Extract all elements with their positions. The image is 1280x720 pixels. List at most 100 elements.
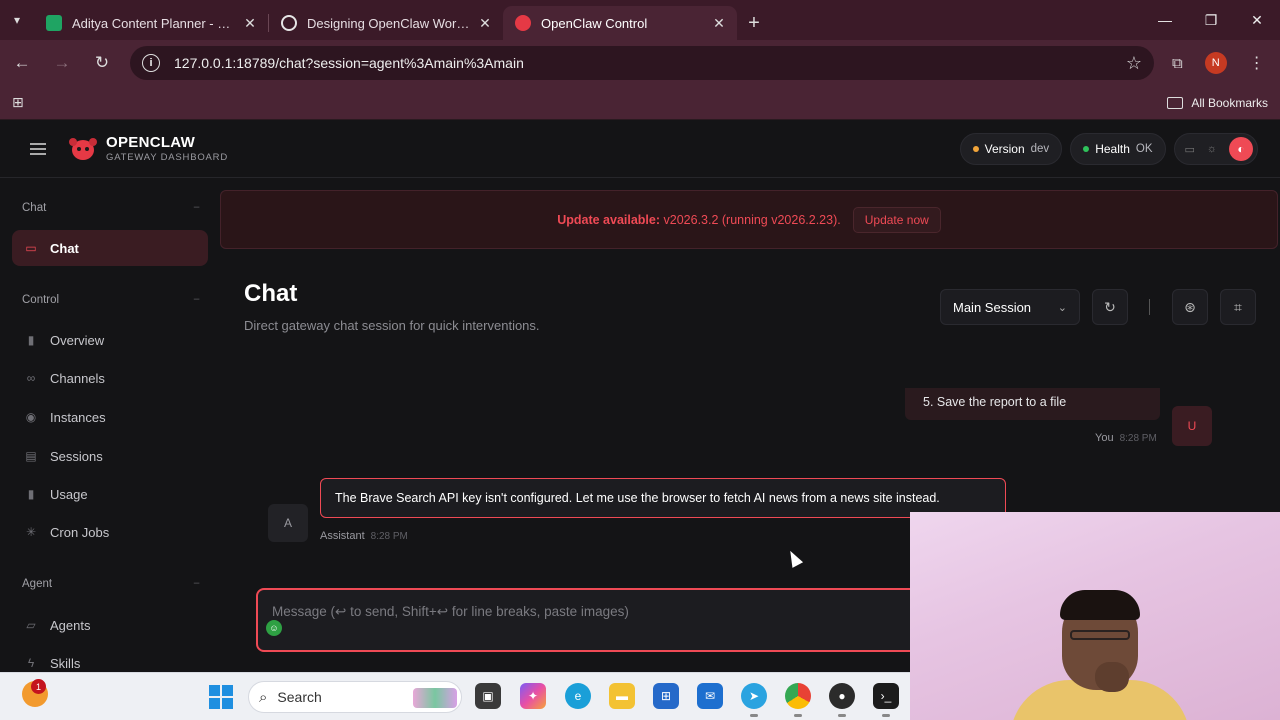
windows-start-icon[interactable] bbox=[209, 685, 233, 709]
browser-toolbar: ← → ↻ i 127.0.0.1:18789/chat?session=age… bbox=[0, 40, 1280, 86]
sidebar-item-cron-jobs[interactable]: ✳ Cron Jobs bbox=[12, 514, 208, 550]
assistant-message-bubble: The Brave Search API key isn't configure… bbox=[320, 478, 1006, 518]
bookmarks-bar: ⊞ All Bookmarks bbox=[0, 86, 1280, 120]
sun-icon[interactable]: ☼ bbox=[1207, 143, 1217, 155]
brain-icon: ⊛ bbox=[1184, 298, 1196, 315]
close-tab-icon[interactable]: ✕ bbox=[477, 15, 493, 32]
terminal-icon[interactable]: ›_ bbox=[873, 683, 899, 717]
user-avatar: U bbox=[1172, 406, 1212, 446]
collapse-icon[interactable]: − bbox=[193, 294, 200, 306]
file-explorer-icon[interactable]: ▬ bbox=[609, 683, 635, 709]
back-arrow-icon[interactable]: ← bbox=[4, 45, 40, 81]
close-window-icon[interactable]: ✕ bbox=[1234, 0, 1280, 40]
browser-menu-icon[interactable]: ⋮ bbox=[1249, 53, 1265, 73]
sidebar-section-control[interactable]: Control − bbox=[22, 294, 200, 306]
dark-theme-icon[interactable]: ◐ bbox=[1229, 137, 1253, 161]
sidebar-item-chat[interactable]: ▭ Chat bbox=[12, 230, 208, 266]
hamburger-menu-icon[interactable] bbox=[30, 140, 46, 158]
sidebar-item-overview[interactable]: ▮ Overview bbox=[12, 322, 208, 358]
message-time: 8:28 PM bbox=[370, 531, 408, 542]
sidebar-section-chat[interactable]: Chat − bbox=[22, 202, 200, 214]
taskbar-search[interactable]: ⌕ Search bbox=[248, 681, 462, 713]
minimize-icon[interactable]: — bbox=[1142, 0, 1188, 40]
edge-icon[interactable]: e bbox=[565, 683, 591, 709]
update-now-button[interactable]: Update now bbox=[852, 206, 941, 233]
profile-avatar[interactable]: N bbox=[1204, 52, 1227, 74]
sidebar: Chat − ▭ Chat Control − ▮ Overview ∞ Cha… bbox=[0, 178, 220, 672]
outlook-icon[interactable]: ✉ bbox=[697, 683, 723, 709]
grammarly-bot-icon[interactable]: ☺ bbox=[266, 620, 282, 636]
taskbar-search-label: Search bbox=[277, 689, 322, 705]
all-bookmarks-button[interactable]: All Bookmarks bbox=[1167, 96, 1268, 110]
copilot-icon[interactable]: ✦ bbox=[520, 683, 546, 709]
sidebar-item-label: Cron Jobs bbox=[50, 524, 110, 540]
refresh-button[interactable]: ↻ bbox=[1092, 289, 1128, 325]
update-title: Update available: bbox=[557, 212, 661, 227]
sidebar-item-label: Overview bbox=[50, 332, 105, 348]
new-tab-plus-icon[interactable]: + bbox=[737, 6, 771, 40]
browser-tab-strip: ▾ Aditya Content Planner - Google ✕ Desi… bbox=[0, 0, 1280, 40]
restore-icon[interactable]: ❐ bbox=[1188, 0, 1234, 40]
chrome-icon[interactable] bbox=[785, 683, 811, 717]
focus-icon: ⌗ bbox=[1234, 298, 1242, 315]
section-label: Chat bbox=[22, 202, 47, 214]
sidebar-item-instances[interactable]: ◉ Instances bbox=[12, 399, 208, 435]
mouse-cursor-icon bbox=[784, 548, 804, 568]
webcam-overlay bbox=[910, 512, 1280, 720]
site-info-icon[interactable]: i bbox=[142, 54, 160, 72]
message-composer[interactable]: ☺ bbox=[256, 588, 936, 652]
loader-icon: ✳ bbox=[25, 525, 37, 539]
apps-grid-icon[interactable]: ⊞ bbox=[12, 94, 24, 111]
collapse-icon[interactable]: − bbox=[193, 202, 200, 214]
tab-openclaw-control[interactable]: OpenClaw Control ✕ bbox=[503, 6, 737, 40]
telegram-icon[interactable]: ➤ bbox=[741, 683, 767, 717]
radio-icon: ◉ bbox=[25, 410, 37, 424]
sidebar-item-label: Instances bbox=[50, 409, 106, 425]
close-tab-icon[interactable]: ✕ bbox=[711, 15, 727, 32]
monitor-icon[interactable]: ▭ bbox=[1185, 143, 1195, 156]
thinking-toggle-button[interactable]: ⊛ bbox=[1172, 289, 1208, 325]
openclaw-favicon-icon bbox=[515, 15, 531, 31]
tab-chatgpt[interactable]: Designing OpenClaw Workflow ✕ bbox=[269, 6, 503, 40]
sidebar-item-sessions[interactable]: ▤ Sessions bbox=[12, 438, 208, 474]
bar-chart-icon: ▮ bbox=[27, 333, 35, 347]
collapse-icon[interactable]: − bbox=[193, 578, 200, 590]
document-icon: ▤ bbox=[25, 449, 37, 463]
bookmark-star-icon[interactable]: ☆ bbox=[1126, 53, 1142, 74]
assistant-avatar: A bbox=[268, 504, 308, 542]
focus-mode-button[interactable]: ⌗ bbox=[1220, 289, 1256, 325]
health-badge: Health OK bbox=[1070, 133, 1166, 165]
close-tab-icon[interactable]: ✕ bbox=[242, 15, 258, 32]
session-select[interactable]: Main Session ⌄ bbox=[940, 289, 1080, 325]
window-controls: — ❐ ✕ bbox=[1142, 0, 1280, 40]
reload-icon[interactable]: ↻ bbox=[84, 45, 120, 81]
forward-arrow-icon[interactable]: → bbox=[44, 45, 80, 81]
notification-badge: 1 bbox=[31, 679, 46, 694]
extensions-puzzle-icon[interactable]: ⧉ bbox=[1172, 55, 1183, 72]
url-text[interactable]: 127.0.0.1:18789/chat?session=agent%3Amai… bbox=[174, 55, 1126, 71]
address-bar[interactable]: i 127.0.0.1:18789/chat?session=agent%3Am… bbox=[130, 46, 1154, 80]
sidebar-item-usage[interactable]: ▮ Usage bbox=[12, 476, 208, 512]
store-icon[interactable]: ⊞ bbox=[653, 683, 679, 709]
app-header: OPENCLAW GATEWAY DASHBOARD Version dev H… bbox=[0, 120, 1280, 178]
sidebar-item-channels[interactable]: ∞ Channels bbox=[12, 360, 208, 396]
chevron-down-icon: ⌄ bbox=[1057, 301, 1067, 314]
obs-icon[interactable]: ● bbox=[829, 683, 855, 717]
message-input[interactable] bbox=[272, 600, 892, 622]
sidebar-item-label: Skills bbox=[50, 655, 81, 671]
version-label: Version bbox=[984, 142, 1025, 156]
tab-search-chevron-icon[interactable]: ▾ bbox=[0, 0, 34, 40]
person-hand bbox=[1095, 662, 1129, 692]
message-time: 8:28 PM bbox=[1119, 433, 1157, 444]
health-value: OK bbox=[1135, 143, 1153, 155]
toolbar-divider bbox=[1149, 299, 1150, 315]
person-glasses bbox=[1070, 630, 1130, 640]
sidebar-item-agents[interactable]: ▱ Agents bbox=[12, 607, 208, 643]
sidebar-section-agent[interactable]: Agent − bbox=[22, 578, 200, 590]
task-view-icon[interactable]: ▣ bbox=[475, 683, 501, 709]
sheets-favicon-icon bbox=[46, 15, 62, 31]
brand: OPENCLAW GATEWAY DASHBOARD bbox=[106, 134, 228, 163]
bolt-icon: ϟ bbox=[27, 656, 35, 670]
link-icon: ∞ bbox=[26, 371, 36, 385]
tab-sheets[interactable]: Aditya Content Planner - Google ✕ bbox=[34, 6, 268, 40]
